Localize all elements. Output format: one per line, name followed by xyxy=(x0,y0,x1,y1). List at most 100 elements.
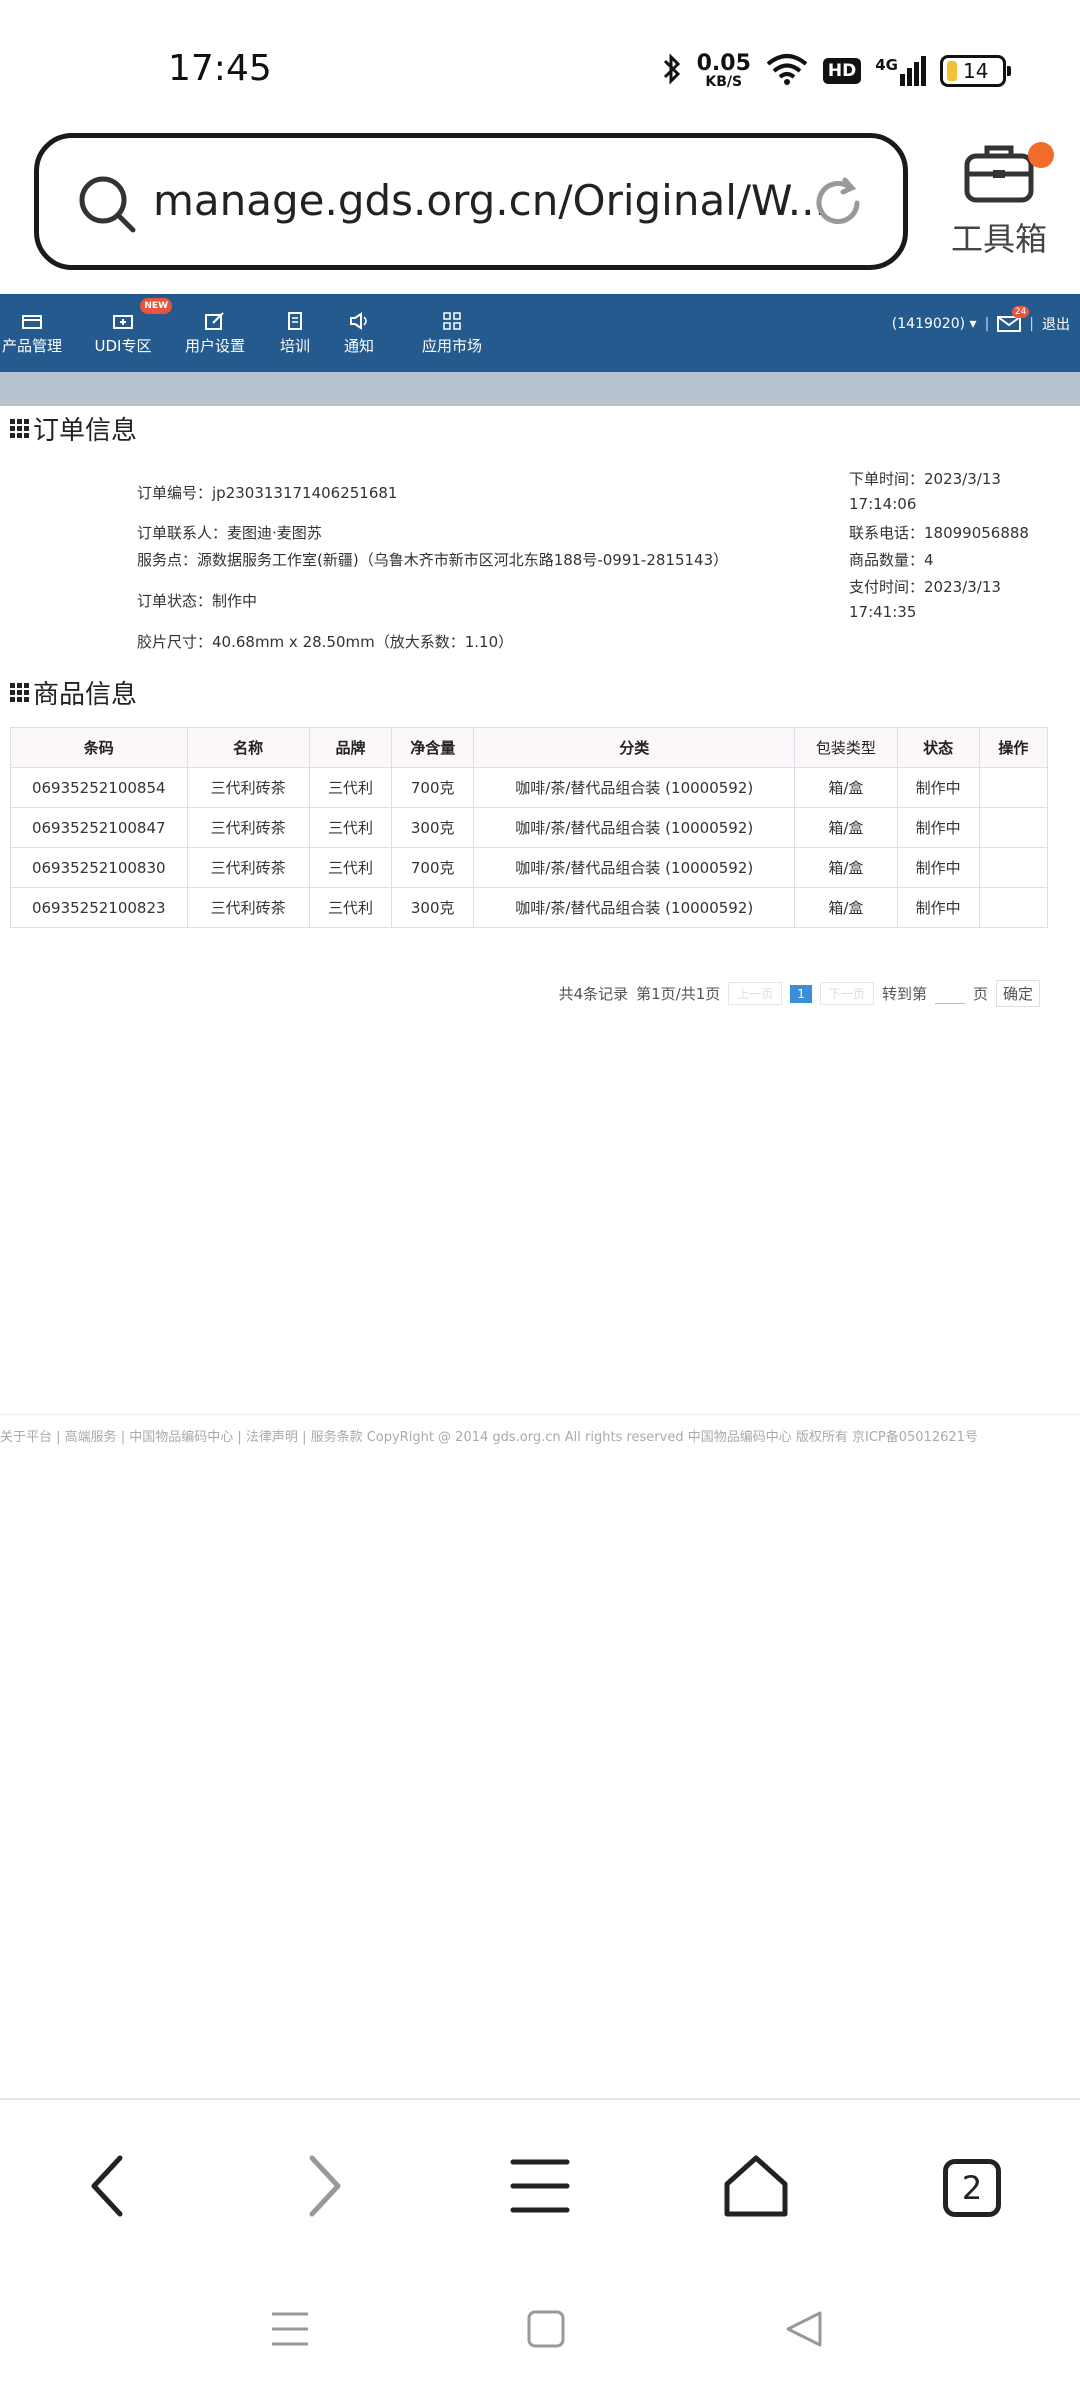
cell-brand: 三代利 xyxy=(308,807,393,848)
table-header-row: 条码 名称 品牌 净含量 分类 包装类型 状态 操作 xyxy=(10,727,1049,768)
footer-divider xyxy=(0,1414,1080,1415)
bluetooth-icon xyxy=(661,52,683,90)
url-text[interactable]: manage.gds.org.cn/Original/W... xyxy=(153,176,828,225)
col-header: 操作 xyxy=(978,727,1049,768)
cell-brand: 三代利 xyxy=(308,767,393,808)
order-status: 订单状态：制作中 xyxy=(137,592,258,610)
cell-barcode: 06935252100854 xyxy=(10,767,188,808)
current-page-button[interactable]: 1 xyxy=(790,984,812,1003)
pay-time-clock: 17:41:35 xyxy=(849,603,917,621)
cell-actions xyxy=(978,767,1049,808)
toolbox-button[interactable]: 工具箱 xyxy=(944,140,1054,260)
folder-icon xyxy=(0,310,64,332)
nav-user-settings[interactable]: 用户设置 xyxy=(183,310,247,356)
prev-page-button[interactable]: 上一页 xyxy=(728,982,783,1005)
wifi-icon xyxy=(765,52,809,90)
order-number: 订单编号：jp230313171406251681 xyxy=(137,484,398,502)
forward-button[interactable] xyxy=(284,2148,364,2228)
cell-actions xyxy=(978,847,1049,888)
site-footer: 关于平台 | 高端服务 | 中国物品编码中心 | 法律声明 | 服务条款 Cop… xyxy=(0,1430,978,1445)
home-button[interactable] xyxy=(716,2148,796,2228)
nav-app-market[interactable]: 应用市场 xyxy=(420,310,484,356)
col-header: 包装类型 xyxy=(794,727,898,768)
cell-net-content: 700克 xyxy=(391,847,475,888)
back-button[interactable] xyxy=(68,2148,148,2228)
table-row: 06935252100854 三代利砖茶 三代利 700克 咖啡/茶/替代品组合… xyxy=(10,767,1049,808)
document-icon xyxy=(278,310,312,332)
pay-time: 支付时间：2023/3/13 xyxy=(849,578,1001,596)
grid-icon xyxy=(10,419,29,438)
pager-page-unit: 页 xyxy=(972,985,988,1003)
edit-icon xyxy=(183,310,247,332)
status-icons: 0.05 KB/S HD 4G 14 xyxy=(661,48,1011,94)
briefcase-icon xyxy=(963,145,1035,208)
order-film-size: 胶片尺寸：40.68mm x 28.50mm（放大系数：1.10） xyxy=(137,633,514,651)
menu-icon xyxy=(510,2156,570,2220)
pagination: 共4条记录 第1页/共1页 上一页 1 下一页 转到第 页 确定 xyxy=(559,980,1040,1007)
next-page-button[interactable]: 下一页 xyxy=(819,982,874,1005)
tabs-button[interactable]: 2 xyxy=(932,2148,1012,2228)
col-header: 分类 xyxy=(473,727,796,768)
pager-confirm-button[interactable]: 确定 xyxy=(995,980,1040,1007)
nav-product-management[interactable]: 产品管理 xyxy=(0,310,64,356)
system-menu-button[interactable] xyxy=(260,2306,320,2356)
toolbox-label: 工具箱 xyxy=(950,220,1047,258)
new-badge: NEW xyxy=(140,298,172,314)
goods-table: 条码 名称 品牌 净含量 分类 包装类型 状态 操作 0693525210085… xyxy=(10,727,1049,928)
search-icon xyxy=(77,174,139,240)
mail-icon[interactable]: 24 xyxy=(997,306,1030,332)
menu-button[interactable] xyxy=(500,2148,580,2228)
cell-status: 制作中 xyxy=(896,767,980,808)
system-back-button[interactable] xyxy=(774,2306,834,2356)
order-time: 下单时间：2023/3/13 xyxy=(849,470,1001,488)
home-icon xyxy=(723,2154,789,2222)
hd-badge: HD xyxy=(822,58,862,84)
cell-category: 咖啡/茶/替代品组合装 (10000592) xyxy=(473,767,796,808)
nav-training[interactable]: 培训 xyxy=(278,310,312,356)
apps-icon xyxy=(420,310,484,332)
cell-net-content: 300克 xyxy=(391,807,475,848)
order-time-clock: 17:14:06 xyxy=(849,495,917,513)
table-row: 06935252100830 三代利砖茶 三代利 700克 咖啡/茶/替代品组合… xyxy=(10,847,1049,888)
cell-status: 制作中 xyxy=(896,887,980,928)
cell-package: 箱/盒 xyxy=(794,767,898,808)
cell-name: 三代利砖茶 xyxy=(186,887,310,928)
nav-udi-zone[interactable]: NEW UDI专区 xyxy=(94,298,172,356)
cell-barcode: 06935252100823 xyxy=(10,887,188,928)
cell-package: 箱/盒 xyxy=(794,887,898,928)
net-speed: 0.05 KB/S xyxy=(696,51,751,90)
order-contact: 订单联系人：麦图迪·麦图苏 xyxy=(137,524,322,542)
status-time: 17:45 xyxy=(168,48,272,89)
page-number-input[interactable] xyxy=(934,983,965,1004)
order-phone: 联系电话：18099056888 xyxy=(849,524,1029,542)
col-header: 名称 xyxy=(186,727,310,768)
chevron-right-icon xyxy=(304,2154,344,2222)
cell-name: 三代利砖茶 xyxy=(186,807,310,848)
logout-link[interactable]: 退出 xyxy=(1042,314,1070,334)
col-header: 品牌 xyxy=(308,727,393,768)
system-home-button[interactable] xyxy=(516,2306,576,2356)
cell-category: 咖啡/茶/替代品组合装 (10000592) xyxy=(473,807,796,848)
table-row: 06935252100823 三代利砖茶 三代利 300克 咖啡/茶/替代品组合… xyxy=(10,887,1049,928)
cell-status: 制作中 xyxy=(896,847,980,888)
tabs-icon: 2 xyxy=(943,2159,1001,2217)
cell-actions xyxy=(978,807,1049,848)
battery-icon: 14 xyxy=(940,55,1011,87)
cell-package: 箱/盒 xyxy=(794,847,898,888)
reload-icon[interactable] xyxy=(811,176,865,234)
cell-name: 三代利砖茶 xyxy=(186,847,310,888)
mail-badge: 24 xyxy=(1011,306,1030,318)
square-icon xyxy=(526,2309,566,2353)
address-bar[interactable]: manage.gds.org.cn/Original/W... xyxy=(34,133,908,270)
pager-goto-label: 转到第 xyxy=(881,985,927,1003)
bottom-bar-divider xyxy=(0,2098,1080,2100)
order-service-point: 服务点：源数据服务工作室(新疆)（乌鲁木齐市新市区河北东路188号-0991-2… xyxy=(137,551,729,569)
udi-icon: NEW xyxy=(94,298,172,332)
pager-total: 共4条记录 xyxy=(558,985,629,1003)
pager-page-info: 第1页/共1页 xyxy=(636,985,721,1003)
nav-notice[interactable]: 通知 xyxy=(342,310,376,356)
account-dropdown[interactable]: (1419020) ▾ xyxy=(892,316,977,332)
cell-category: 咖啡/茶/替代品组合装 (10000592) xyxy=(473,847,796,888)
sub-nav-bar xyxy=(0,372,1080,406)
recent-apps-icon xyxy=(270,2310,310,2352)
